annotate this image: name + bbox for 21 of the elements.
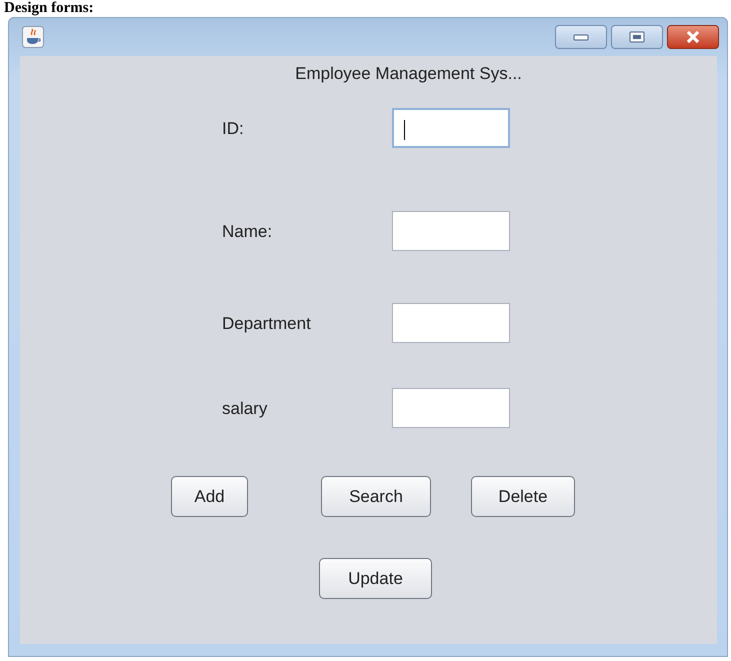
field-label: ID: [222,119,244,139]
minimize-icon [573,33,589,41]
heading-text: Design forms: [4,0,95,17]
update-button[interactable]: Update [319,558,432,599]
close-button[interactable] [667,25,719,49]
input-field[interactable] [392,388,510,428]
coffee-cup-icon [22,26,44,48]
minimize-button[interactable] [555,25,607,49]
field-label: Department [222,314,311,334]
input-field[interactable] [392,211,510,251]
window-title: Employee Management Sys... [294,64,523,84]
action-button[interactable]: Add [171,476,248,517]
action-button[interactable]: Search [321,476,431,517]
maximize-button[interactable] [611,25,663,49]
action-button[interactable]: Delete [471,476,575,517]
input-field[interactable] [392,303,510,343]
input-field[interactable] [392,108,510,148]
field-label: salary [222,399,268,419]
close-icon [685,30,701,44]
maximize-icon [629,31,645,43]
field-label: Name: [222,222,272,242]
